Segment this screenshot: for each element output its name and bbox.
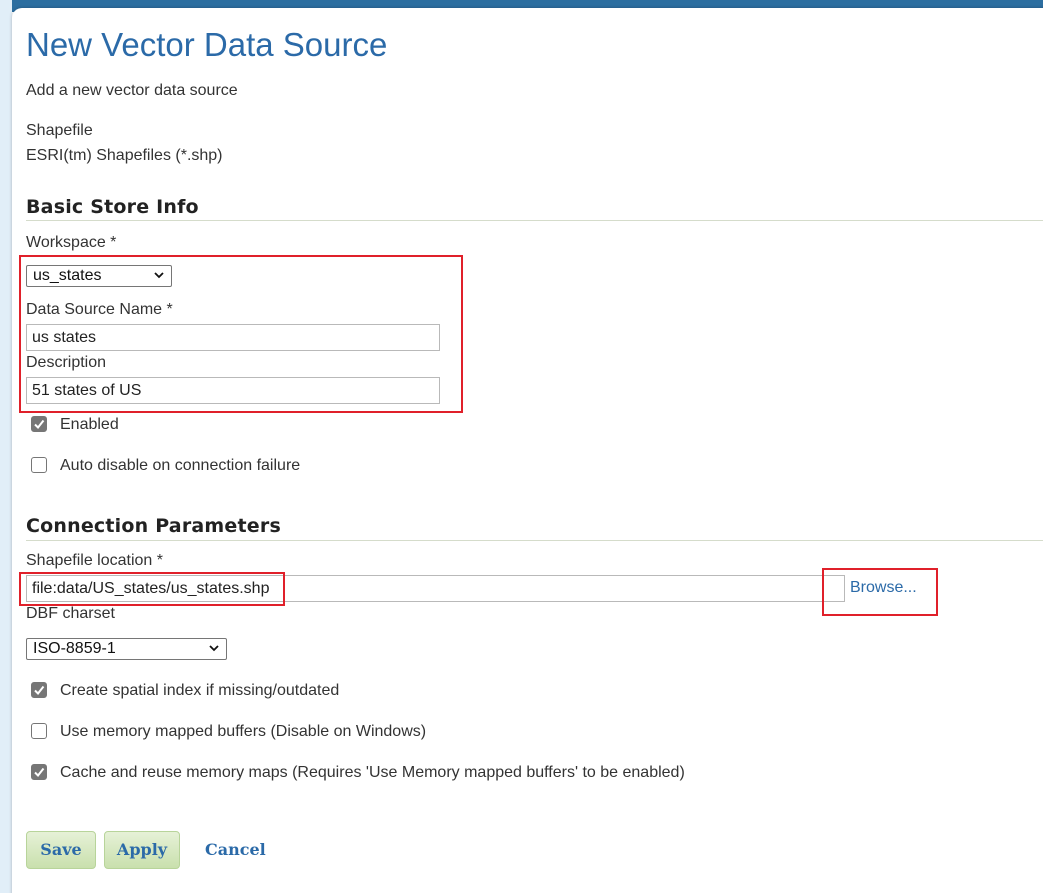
page-title: New Vector Data Source <box>26 26 388 63</box>
store-type-description: ESRI(tm) Shapefiles (*.shp) <box>26 147 223 164</box>
spatial-index-checkbox[interactable] <box>31 682 47 698</box>
content-panel <box>12 8 1043 893</box>
shapefile-location-input[interactable]: file:data/US_states/us_states.shp <box>26 575 845 602</box>
section-divider <box>26 540 1043 541</box>
dbf-charset-label: DBF charset <box>26 605 115 622</box>
workspace-select-value: us_states <box>33 267 102 284</box>
checkmark-icon <box>34 767 45 778</box>
enabled-label: Enabled <box>60 416 119 433</box>
data-source-name-input[interactable]: us states <box>26 324 440 351</box>
enabled-checkbox[interactable] <box>31 416 47 432</box>
apply-button[interactable]: Apply <box>104 831 180 869</box>
dbf-charset-select-value: ISO-8859-1 <box>33 640 116 657</box>
chevron-down-icon <box>209 645 219 652</box>
dbf-charset-select[interactable]: ISO-8859-1 <box>26 638 227 660</box>
workspace-select[interactable]: us_states <box>26 265 172 287</box>
checkmark-icon <box>34 685 45 696</box>
section-title-basic-store-info: Basic Store Info <box>26 196 199 218</box>
chevron-down-icon <box>154 272 164 279</box>
section-title-connection-parameters: Connection Parameters <box>26 515 281 537</box>
cancel-link[interactable]: Cancel <box>205 840 266 859</box>
save-button[interactable]: Save <box>26 831 96 869</box>
page: New Vector Data Source Add a new vector … <box>0 0 1043 893</box>
cache-memory-maps-label: Cache and reuse memory maps (Requires 'U… <box>60 764 685 781</box>
shapefile-location-label: Shapefile location * <box>26 552 163 569</box>
page-subtitle: Add a new vector data source <box>26 82 238 99</box>
browse-link[interactable]: Browse... <box>850 579 917 597</box>
memory-mapped-buffers-checkbox[interactable] <box>31 723 47 739</box>
auto-disable-checkbox[interactable] <box>31 457 47 473</box>
description-input[interactable]: 51 states of US <box>26 377 440 404</box>
spatial-index-label: Create spatial index if missing/outdated <box>60 682 340 699</box>
workspace-label: Workspace * <box>26 234 117 251</box>
data-source-name-label: Data Source Name * <box>26 301 173 318</box>
checkmark-icon <box>34 419 45 430</box>
cache-memory-maps-checkbox[interactable] <box>31 764 47 780</box>
section-divider <box>26 220 1043 221</box>
store-type: Shapefile <box>26 122 93 139</box>
auto-disable-label: Auto disable on connection failure <box>60 457 301 474</box>
description-label: Description <box>26 354 107 371</box>
left-sidebar-edge <box>0 0 12 893</box>
memory-mapped-buffers-label: Use memory mapped buffers (Disable on Wi… <box>60 723 427 740</box>
